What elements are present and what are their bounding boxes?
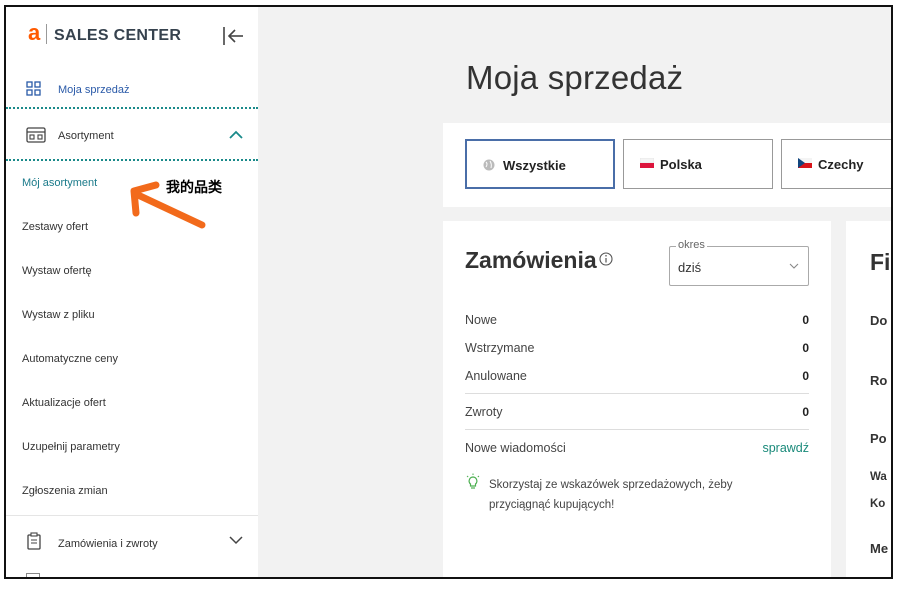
sidebar-subitem-aktualizacje-ofert[interactable]: Aktualizacje ofert (6, 383, 258, 427)
sidebar-group-asortyment[interactable]: Asortyment (6, 111, 258, 161)
sidebar-subitem-label: Wystaw ofertę (22, 265, 92, 277)
lightbulb-icon (466, 473, 480, 489)
sidebar-subitem-zgloszenia-zmian[interactable]: Zgłoszenia zmian (6, 471, 258, 515)
sidebar-group-label: Asortyment (58, 130, 114, 142)
sidebar-subitem-label: Wystaw z pliku (22, 309, 95, 321)
info-icon[interactable] (599, 252, 613, 266)
orders-row-label: Anulowane (465, 369, 527, 383)
annotation-label: 我的品类 (166, 180, 222, 196)
finance-card-title: Fi (870, 249, 891, 275)
orders-row-label: Nowe (465, 313, 497, 327)
flag-pl-icon (640, 158, 654, 168)
chevron-down-icon (789, 263, 799, 269)
orders-row-wstrzymane[interactable]: Wstrzymane 0 (465, 339, 809, 359)
country-button-label: Polska (660, 157, 702, 172)
store-icon (26, 127, 46, 143)
orders-title: Zamówienia (465, 247, 597, 273)
country-button-czechy[interactable]: Czechy (781, 139, 891, 189)
sidebar-subitem-automatyczne-ceny[interactable]: Automatyczne ceny (6, 339, 258, 383)
sidebar: a SALES CENTER Moja sprzedaż Asortyment … (6, 7, 258, 577)
logo-text: SALES CENTER (54, 27, 182, 44)
sales-tip-text: Skorzystaj ze wskazówek sprzedażowych, ż… (489, 479, 733, 511)
orders-row-value: 0 (802, 313, 809, 327)
orders-card: Zamówienia okres dziś Nowe 0 Wstrzymane … (443, 221, 831, 577)
country-button-polska[interactable]: Polska (623, 139, 773, 189)
messages-check-link[interactable]: sprawdź (762, 441, 809, 455)
orders-row-value: 0 (802, 405, 809, 419)
finance-card-label: Do (870, 313, 888, 328)
orders-row-anulowane[interactable]: Anulowane 0 (465, 367, 809, 387)
period-select-value: dziś (678, 260, 702, 275)
orders-row-zwroty[interactable]: Zwroty 0 (465, 403, 809, 423)
sidebar-subitem-label: Zgłoszenia zmian (22, 485, 108, 497)
country-filter-bar: Wszystkie Polska Czechy (443, 123, 891, 207)
grid-icon (26, 81, 41, 96)
sidebar-group-label: Zamówienia i zwroty (58, 538, 158, 550)
finance-card-label: Me (870, 541, 889, 556)
sidebar-subitem-wystaw-oferte[interactable]: Wystaw ofertę (6, 251, 258, 295)
orders-row-label: Wstrzymane (465, 341, 535, 355)
sidebar-subitem-label: Zestawy ofert (22, 221, 89, 233)
period-select[interactable]: okres dziś (669, 239, 809, 286)
finance-card-label: Po (870, 431, 887, 446)
sidebar-subitem-label: Mój asortyment (22, 177, 98, 189)
sidebar-subitem-uzupelnij-parametry[interactable]: Uzupełnij parametry (6, 427, 258, 471)
sidebar-item-moja-sprzedaz[interactable]: Moja sprzedaż (6, 73, 258, 109)
logo[interactable]: a SALES CENTER (6, 7, 258, 69)
clipboard-icon (27, 532, 41, 550)
finance-card-label: Ro (870, 373, 888, 388)
divider (465, 393, 809, 394)
country-button-label: Czechy (818, 157, 864, 172)
page-title: Moja sprzedaż (466, 59, 684, 96)
chevron-down-icon[interactable] (228, 534, 244, 546)
main-content: Moja sprzedaż Wszystkie Polska Czechy Za… (258, 7, 891, 577)
sidebar-group-zamowienia-i-zwroty[interactable]: Zamówienia i zwroty (6, 515, 258, 567)
sidebar-subitem-label: Uzupełnij parametry (22, 441, 120, 453)
country-button-wszystkie[interactable]: Wszystkie (465, 139, 615, 189)
sidebar-subitem-wystaw-z-pliku[interactable]: Wystaw z pliku (6, 295, 258, 339)
finance-card-label: Wa (870, 471, 887, 483)
sidebar-item-label: Moja sprzedaż (58, 84, 130, 96)
screenshot-frame: a SALES CENTER Moja sprzedaż Asortyment … (4, 5, 893, 579)
orders-row-value: 0 (802, 341, 809, 355)
orders-row-label: Zwroty (465, 405, 503, 419)
chevron-up-icon[interactable] (228, 129, 244, 141)
finance-card-label: Ko (870, 498, 886, 510)
sidebar-subitem-label: Automatyczne ceny (22, 353, 118, 365)
orders-row-nowe[interactable]: Nowe 0 (465, 311, 809, 331)
finance-card: Fi Do Ro Po Wa Ko Me (846, 221, 891, 577)
orders-row-wiadomosci: Nowe wiadomości sprawdź (465, 439, 809, 459)
orders-row-value: 0 (802, 369, 809, 383)
sidebar-next-item-icon (26, 573, 40, 577)
messages-label: Nowe wiadomości (465, 441, 566, 455)
logo-separator (46, 24, 47, 44)
divider (465, 429, 809, 430)
logo-mark: a (28, 20, 41, 45)
globe-icon (483, 159, 495, 171)
country-button-label: Wszystkie (503, 158, 566, 173)
sidebar-subitem-label: Aktualizacje ofert (22, 397, 106, 409)
collapse-sidebar-icon[interactable] (220, 23, 246, 49)
period-select-label: okres (676, 239, 707, 251)
flag-cz-icon (798, 158, 812, 168)
